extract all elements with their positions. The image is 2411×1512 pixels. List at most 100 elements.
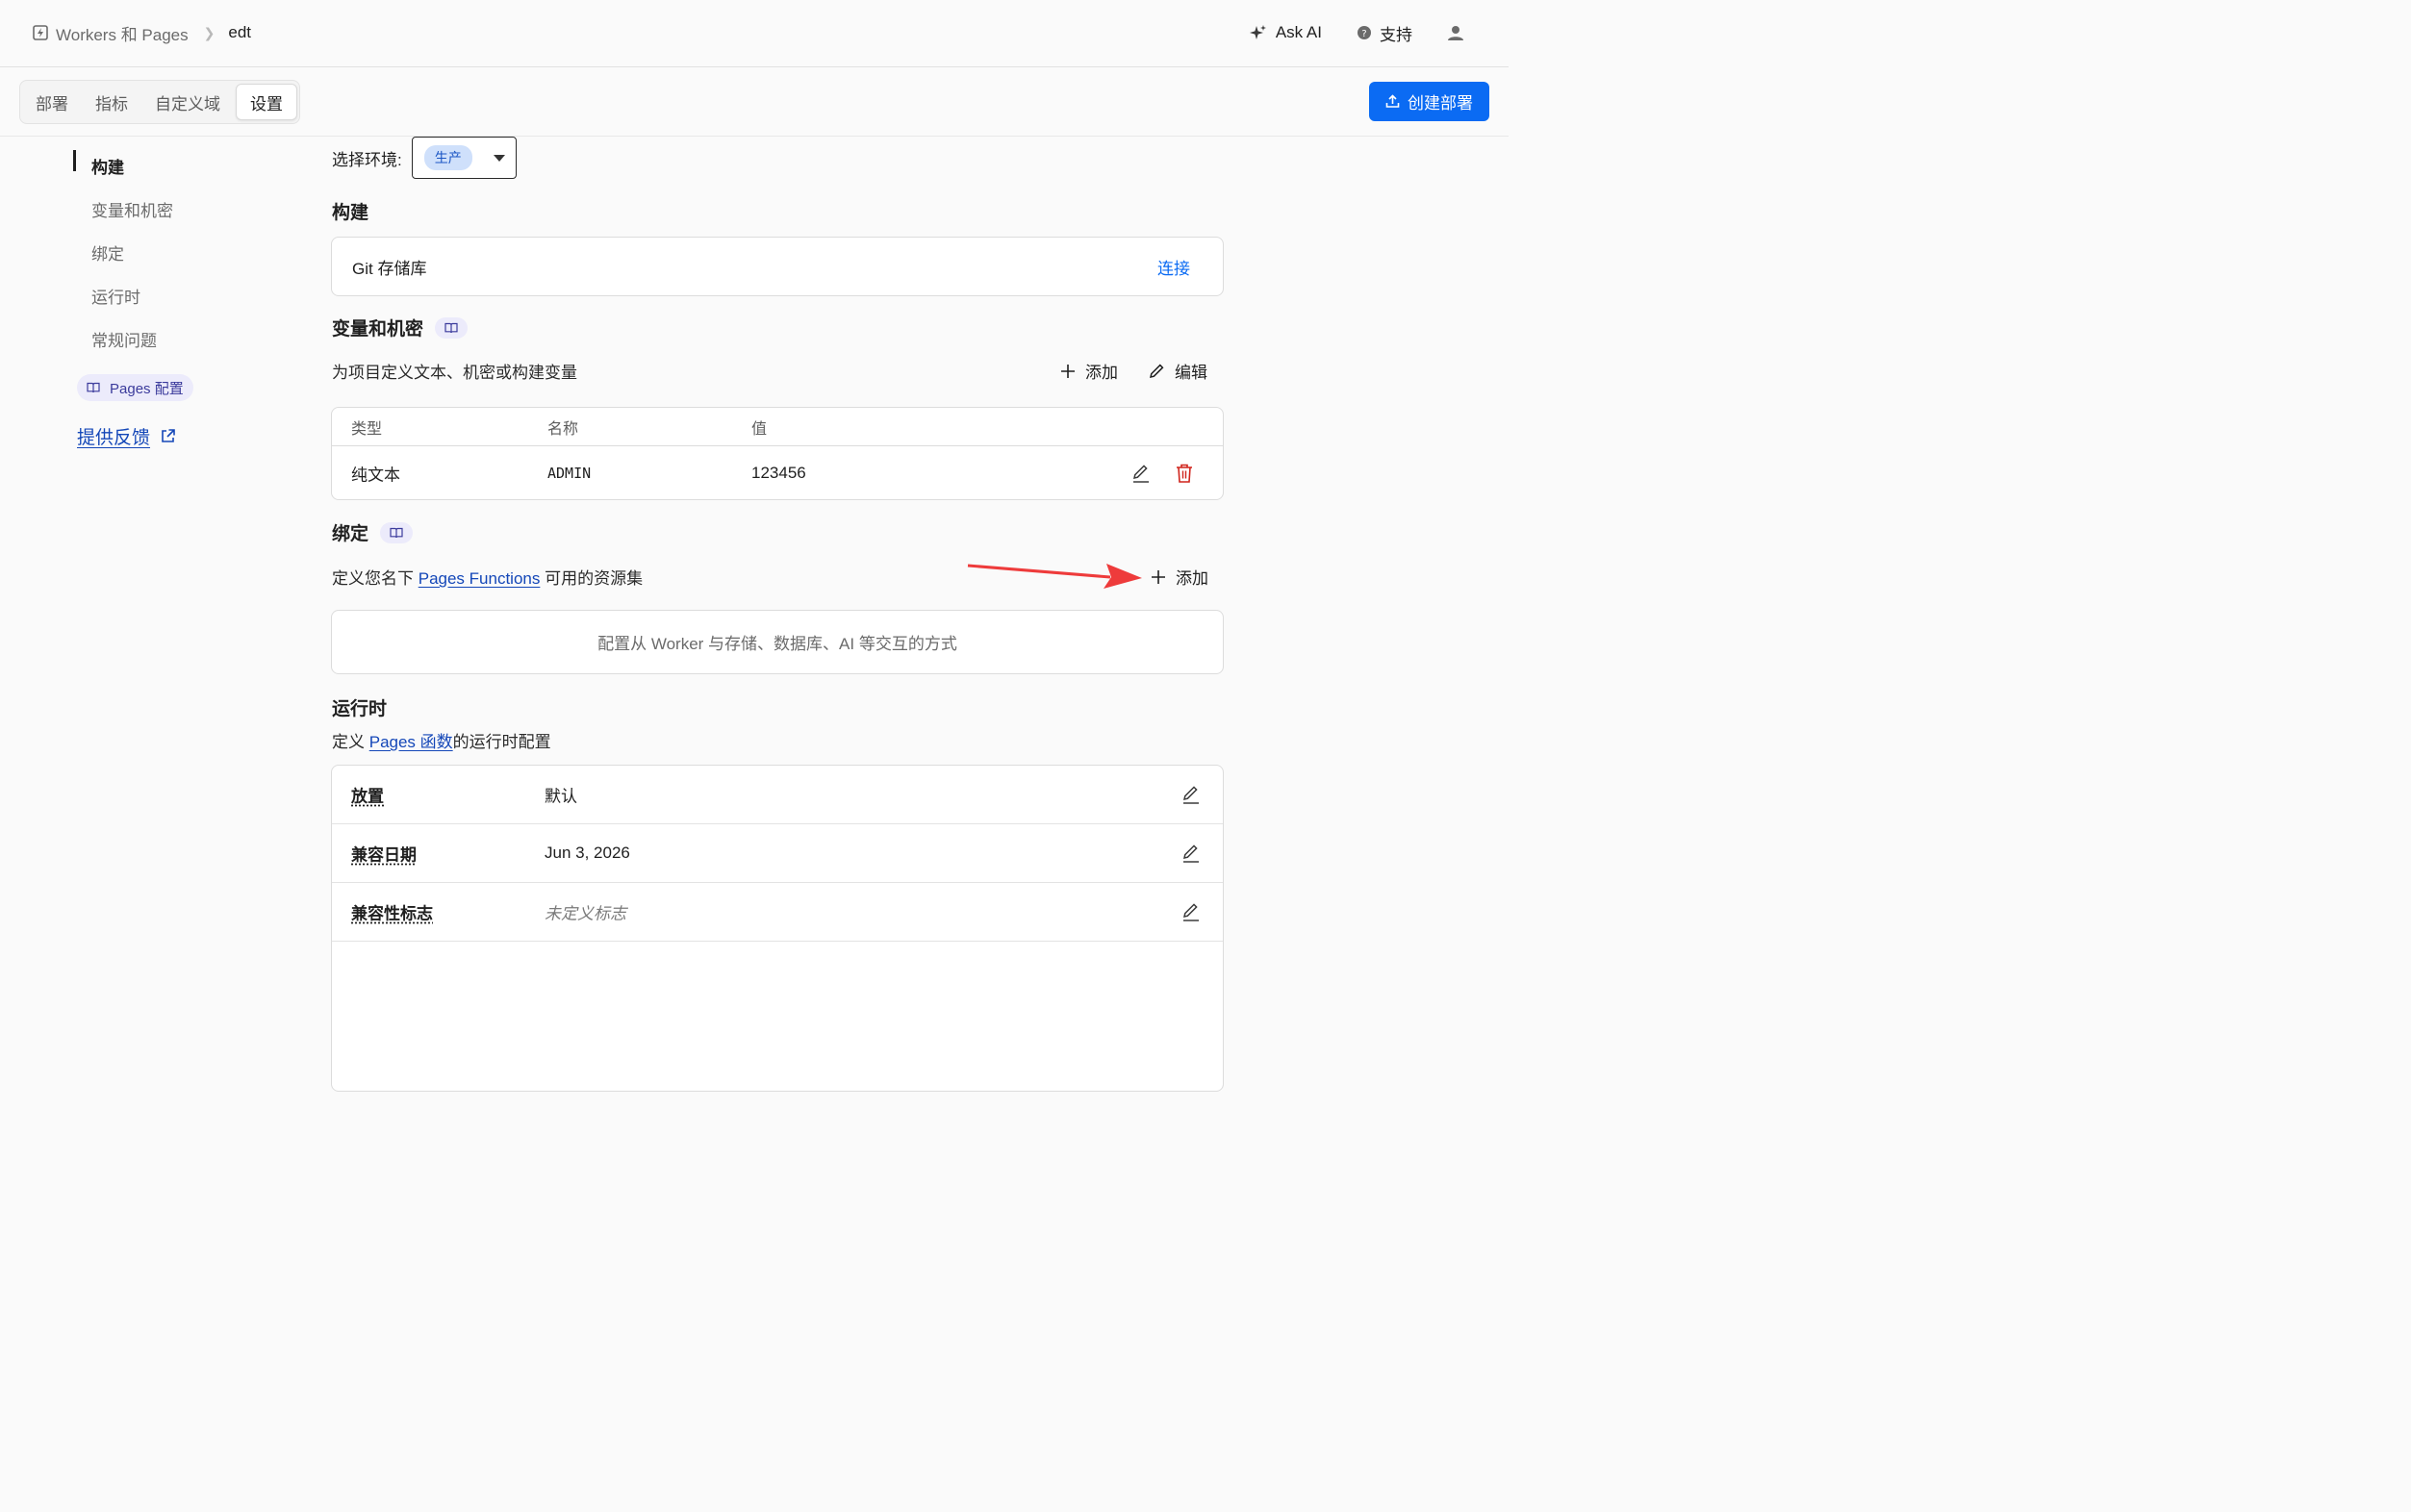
variables-title: 变量和机密 — [332, 319, 424, 340]
column-type: 类型 — [351, 420, 383, 438]
settings-sidebar: 构建 变量和机密 绑定 运行时 常规问题 Pages 配置 提供反馈 — [73, 144, 266, 448]
runtime-settings-card: 放置 默认 兼容日期 Jun 3, 2026 兼容性标志 未定义标志 — [331, 765, 1224, 1092]
sidebar-item-build[interactable]: 构建 — [73, 144, 266, 188]
build-title: 构建 — [332, 203, 369, 223]
runtime-description: 定义 Pages 函数的运行时配置 — [332, 728, 551, 752]
plus-icon — [1152, 569, 1165, 584]
runtime-heading: 运行时 — [332, 694, 387, 720]
top-bar: Workers 和 Pages ❯ edt Ask AI ? 支持 — [0, 0, 1509, 67]
breadcrumb-project[interactable]: edt — [228, 23, 251, 42]
variables-docs-link[interactable] — [435, 316, 469, 339]
user-icon — [1448, 26, 1463, 40]
edit-variables-label: 编辑 — [1175, 364, 1207, 382]
workers-icon — [33, 25, 48, 40]
bindings-desc-prefix: 定义您名下 — [332, 569, 414, 588]
table-header: 类型 名称 值 — [332, 408, 1223, 446]
top-actions: Ask AI ? 支持 — [1249, 19, 1472, 46]
sparkle-icon — [1249, 25, 1266, 39]
breadcrumb-app[interactable]: Workers 和 Pages — [56, 21, 189, 45]
variables-table: 类型 名称 值 纯文本 ADMIN 123456 — [331, 407, 1224, 500]
list-item: 兼容性标志 未定义标志 — [332, 883, 1223, 942]
compat-date-key: 兼容日期 — [351, 845, 417, 865]
git-repository-label: Git 存储库 — [352, 259, 427, 278]
pencil-icon[interactable] — [1180, 843, 1202, 864]
feedback-label: 提供反馈 — [77, 428, 151, 448]
plus-icon — [1061, 364, 1075, 378]
compat-flags-value: 未定义标志 — [545, 904, 626, 923]
create-deployment-label: 创建部署 — [1408, 94, 1473, 113]
variable-value: 123456 — [751, 464, 806, 482]
list-item: 兼容日期 Jun 3, 2026 — [332, 824, 1223, 883]
placement-value: 默认 — [545, 787, 577, 806]
bindings-title: 绑定 — [332, 524, 369, 544]
bindings-heading: 绑定 — [332, 519, 414, 545]
connect-git-link[interactable]: 连接 — [1157, 255, 1190, 279]
divider — [0, 136, 1509, 137]
pencil-icon[interactable] — [1180, 901, 1202, 922]
add-variable-label: 添加 — [1085, 364, 1118, 382]
project-tabs: 部署 指标 自定义域 设置 — [19, 80, 300, 124]
book-icon — [444, 322, 458, 333]
environment-value: 生产 — [423, 145, 472, 170]
pages-config-link[interactable]: Pages 配置 — [77, 374, 193, 401]
tab-deployments[interactable]: 部署 — [22, 84, 82, 120]
sidebar-item-bindings[interactable]: 绑定 — [73, 231, 266, 274]
column-name: 名称 — [547, 420, 579, 438]
annotation-arrow — [967, 564, 1142, 589]
pages-functions-docs-link[interactable]: Pages 函数 — [369, 733, 453, 751]
ask-ai-label: Ask AI — [1275, 23, 1322, 41]
ask-ai-button[interactable]: Ask AI — [1249, 23, 1322, 42]
tab-metrics[interactable]: 指标 — [82, 84, 141, 120]
caret-down-icon — [493, 155, 505, 162]
environment-select[interactable]: 生产 — [411, 137, 517, 179]
sidebar-item-variables[interactable]: 变量和机密 — [73, 188, 266, 231]
upload-icon — [1385, 94, 1400, 108]
list-item: 放置 默认 — [332, 766, 1223, 824]
support-button[interactable]: ? 支持 — [1357, 21, 1412, 45]
book-icon — [390, 527, 403, 538]
pencil-icon[interactable] — [1180, 784, 1202, 805]
runtime-desc-prefix: 定义 — [332, 733, 365, 751]
environment-label: 选择环境: — [332, 150, 402, 169]
support-label: 支持 — [1380, 25, 1412, 44]
runtime-title: 运行时 — [332, 699, 388, 719]
bindings-desc-suffix: 可用的资源集 — [545, 569, 644, 588]
help-circle-icon: ? — [1358, 26, 1371, 39]
add-binding-label: 添加 — [1176, 569, 1208, 588]
pencil-icon[interactable] — [1130, 463, 1152, 484]
bindings-description: 定义您名下 Pages Functions 可用的资源集 — [332, 565, 643, 589]
chevron-right-icon: ❯ — [203, 24, 216, 40]
bindings-empty-text: 配置从 Worker 与存储、数据库、AI 等交互的方式 — [597, 635, 957, 653]
column-value: 值 — [751, 420, 768, 438]
build-heading: 构建 — [332, 198, 368, 224]
table-row: 纯文本 ADMIN 123456 — [332, 446, 1223, 500]
tab-settings[interactable]: 设置 — [236, 84, 297, 120]
sidebar-item-general[interactable]: 常规问题 — [73, 317, 266, 361]
environment-row: 选择环境: 生产 — [332, 137, 517, 179]
pages-functions-link[interactable]: Pages Functions — [419, 569, 541, 588]
bindings-actions: 添加 — [1151, 565, 1208, 589]
placement-key: 放置 — [351, 787, 384, 806]
add-variable-button[interactable]: 添加 — [1060, 359, 1118, 383]
pages-config-label: Pages 配置 — [110, 380, 184, 397]
feedback-link[interactable]: 提供反馈 — [77, 423, 176, 449]
pencil-icon — [1149, 364, 1164, 379]
variables-actions: 添加 编辑 — [1060, 359, 1207, 383]
create-deployment-button[interactable]: 创建部署 — [1369, 82, 1489, 121]
edit-variables-button[interactable]: 编辑 — [1149, 359, 1207, 383]
bindings-empty-state: 配置从 Worker 与存储、数据库、AI 等交互的方式 — [331, 610, 1224, 674]
trash-icon[interactable] — [1175, 463, 1194, 484]
compat-flags-key: 兼容性标志 — [351, 904, 433, 923]
svg-text:?: ? — [1361, 29, 1366, 39]
runtime-desc-suffix: 的运行时配置 — [452, 733, 551, 751]
external-link-icon — [162, 429, 175, 442]
bindings-docs-link[interactable] — [380, 521, 414, 543]
account-button[interactable] — [1447, 24, 1472, 41]
variable-name: ADMIN — [547, 465, 592, 482]
variables-description: 为项目定义文本、机密或构建变量 — [332, 364, 577, 382]
sidebar-item-runtime[interactable]: 运行时 — [73, 274, 266, 317]
add-binding-button[interactable]: 添加 — [1151, 565, 1208, 589]
tab-custom-domains[interactable]: 自定义域 — [141, 84, 234, 120]
variable-type: 纯文本 — [351, 466, 400, 485]
variables-heading: 变量和机密 — [332, 315, 469, 340]
